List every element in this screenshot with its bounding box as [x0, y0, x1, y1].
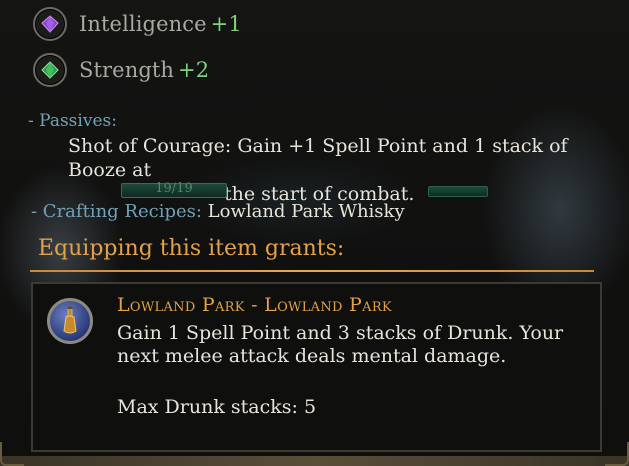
stat-value: +1 [210, 12, 242, 36]
stat-strength: Strength +2 [33, 53, 209, 87]
crafting-recipes: - Crafting Recipes: Lowland Park Whisky [31, 201, 405, 222]
stat-name: Intelligence [79, 12, 207, 36]
crafting-value: Lowland Park Whisky [207, 201, 405, 222]
whisky-bottle-icon [47, 298, 93, 344]
health-bar-text: 19/19 [155, 181, 193, 196]
grants-divider [30, 270, 594, 272]
grants-header: Equipping this item grants: [38, 236, 345, 261]
ability-description: Gain 1 Spell Point and 3 stacks of Drunk… [117, 322, 564, 367]
stat-intelligence: Intelligence +1 [33, 7, 242, 41]
ability-panel: Lowland Park - Lowland Park Gain 1 Spell… [31, 282, 602, 452]
frame-corner-right [605, 442, 629, 466]
crafting-label: - Crafting Recipes: [31, 201, 202, 222]
ability-max-stacks: Max Drunk stacks: 5 [117, 396, 317, 418]
purple-gem-icon [33, 7, 67, 41]
item-tooltip: Intelligence +1 Strength +2 - Passives: Sh… [0, 0, 629, 466]
tooltip-frame-edge [0, 456, 629, 466]
stat-name: Strength [79, 58, 175, 82]
resource-bar [428, 186, 488, 197]
health-bar: 19/19 [121, 181, 227, 198]
ability-title: Lowland Park - Lowland Park [117, 294, 392, 316]
passive-line-1: Shot of Courage: Gain +1 Spell Point and… [68, 135, 568, 181]
green-gem-icon [33, 53, 67, 87]
passives-label: - Passives: [28, 111, 117, 131]
frame-corner-left [0, 442, 24, 466]
stat-value: +2 [178, 58, 210, 82]
